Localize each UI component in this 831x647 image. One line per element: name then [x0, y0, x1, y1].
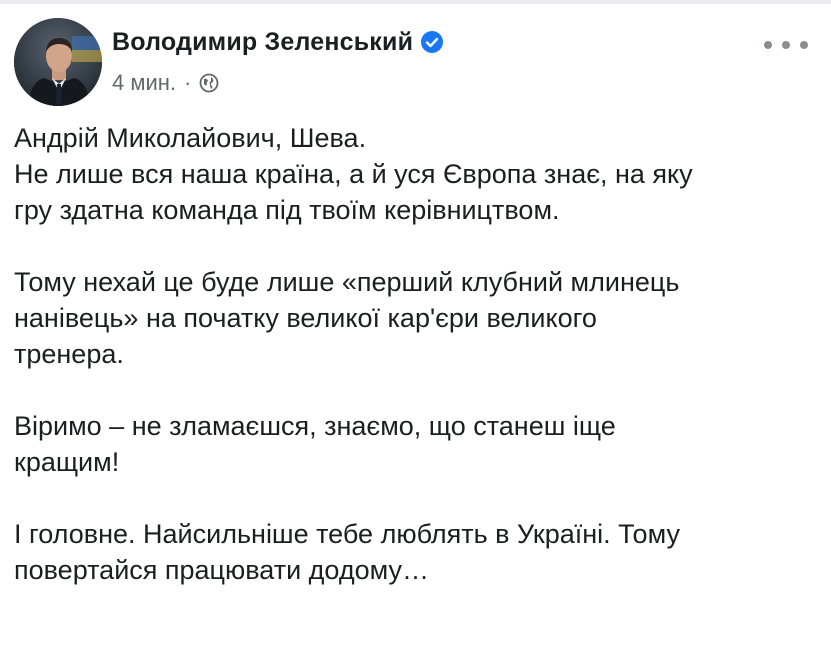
post-paragraph: Віримо – не зламаєшся, знаємо, що станеш…	[14, 411, 616, 477]
post-header: Володимир Зеленський 4 мин. ·	[14, 18, 814, 108]
meta-separator: ·	[184, 70, 192, 95]
author-name-row: Володимир Зеленський	[112, 22, 444, 62]
verified-badge-icon	[421, 31, 444, 53]
more-options-icon[interactable]	[764, 36, 808, 54]
author-name[interactable]: Володимир Зеленський	[112, 28, 413, 57]
post-paragraph: Тому нехай це буде лише «перший клубний …	[14, 267, 680, 369]
post-paragraph: Андрій Миколайович, Шева. Не лише вся на…	[14, 123, 693, 225]
avatar-portrait-icon	[14, 18, 102, 106]
top-divider	[0, 0, 831, 4]
facebook-post: Володимир Зеленський 4 мин. · Андрій Мик…	[0, 0, 831, 647]
post-paragraph: І головне. Найсильніше тебе люблять в Ук…	[14, 519, 680, 585]
post-timestamp[interactable]: 4 мин.	[112, 70, 176, 96]
post-meta: 4 мин. ·	[112, 68, 443, 98]
more-dot	[764, 41, 772, 49]
author-block: Володимир Зеленський 4 мин. ·	[112, 22, 444, 98]
post-text: Андрій Миколайович, Шева. Не лише вся на…	[14, 120, 824, 588]
globe-icon[interactable]	[199, 73, 219, 93]
more-dot	[800, 41, 808, 49]
avatar[interactable]	[14, 18, 102, 106]
more-dot	[782, 41, 790, 49]
